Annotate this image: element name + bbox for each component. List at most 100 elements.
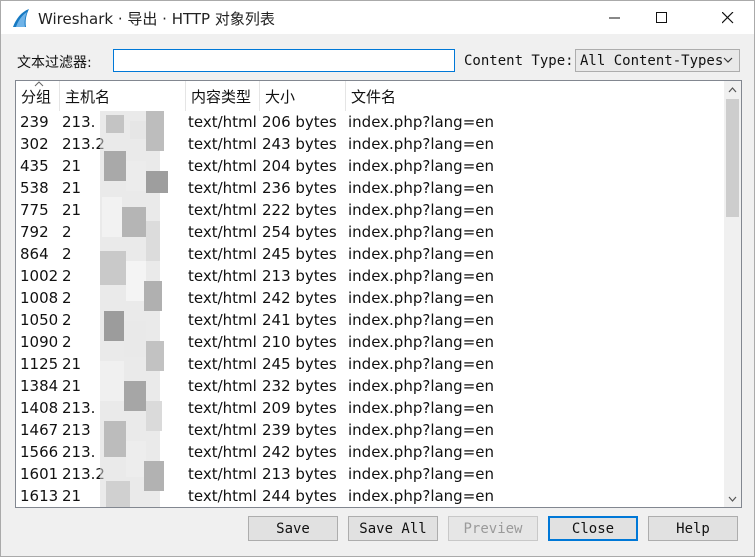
cell-host: 2 [62,333,72,351]
cell-filename: index.php?lang=en [348,399,495,417]
cell-host: 21 [62,179,82,197]
cell-packet: 302 [20,135,49,153]
cell-host: 2 [62,267,72,285]
table-row[interactable]: 775 21 text/html 222 bytes index.php?lang=en [16,199,718,221]
cell-content-type: text/html [188,311,257,329]
content-type-selected: All Content-Types [580,52,724,69]
http-objects-table[interactable]: 分组 主机名 内容类型 大小 文件名 239 213. text/html 206 b… [15,80,742,508]
table-row[interactable]: 1002 2 text/html 213 bytes index.php?lang=en [16,265,718,287]
vertical-scrollbar[interactable] [724,81,741,507]
cell-content-type: text/html [188,157,257,175]
cell-filename: index.php?lang=en [348,443,495,461]
cell-packet: 1613 [20,487,59,505]
minimize-icon [609,17,620,18]
title-bar[interactable]: Wireshark · 导出 · HTTP 对象列表 [1,1,754,34]
table-row[interactable]: 435 21 text/html 204 bytes index.php?lang=en [16,155,718,177]
column-header-packet[interactable]: 分组 [16,81,60,111]
cell-filename: index.php?lang=en [348,333,495,351]
cell-content-type: text/html [188,421,257,439]
table-row[interactable]: 1467 213 text/html 239 bytes index.php?lang=… [16,419,718,441]
cell-size: 232 bytes [262,377,337,395]
table-row[interactable]: 239 213. text/html 206 bytes index.php?lang=… [16,111,718,133]
cell-packet: 1408 [20,399,59,417]
cell-content-type: text/html [188,135,257,153]
cell-size: 241 bytes [262,311,337,329]
cell-packet: 1008 [20,289,59,307]
cell-size: 245 bytes [262,245,337,263]
column-header-host[interactable]: 主机名 [60,81,186,111]
cell-content-type: text/html [188,113,257,131]
cell-host: 2 [62,223,72,241]
cell-content-type: text/html [188,267,257,285]
cell-filename: index.php?lang=en [348,267,495,285]
cell-size: 254 bytes [262,223,337,241]
table-header: 分组 主机名 内容类型 大小 文件名 [16,81,718,111]
cell-packet: 775 [20,201,49,219]
save-all-button[interactable]: Save All [348,516,438,541]
close-window-button[interactable] [705,1,751,34]
table-row[interactable]: 792 2 text/html 254 bytes index.php?lang=en [16,221,718,243]
preview-button[interactable]: Preview [448,516,538,541]
cell-filename: index.php?lang=en [348,355,495,373]
table-row[interactable]: 1384 21 text/html 232 bytes index.php?lang=e… [16,375,718,397]
column-header-label: 分组 [21,87,52,106]
cell-size: 242 bytes [262,443,337,461]
cell-packet: 1002 [20,267,59,285]
cell-size: 243 bytes [262,135,337,153]
text-filter-input[interactable] [113,49,455,72]
cell-content-type: text/html [188,465,257,483]
cell-size: 222 bytes [262,201,337,219]
cell-host: 2 [62,245,72,263]
cell-size: 210 bytes [262,333,337,351]
table-row[interactable]: 1125 21 text/html 245 bytes index.php?lang=e… [16,353,718,375]
table-row[interactable]: 1008 2 text/html 242 bytes index.php?lang=en [16,287,718,309]
table-row[interactable]: 1613 21 text/html 244 bytes index.php?lang=e… [16,485,718,507]
column-header-size[interactable]: 大小 [260,81,346,111]
close-button[interactable]: Close [548,516,638,541]
cell-filename: index.php?lang=en [348,289,495,307]
table-row[interactable]: 1601 213.2 text/html 213 bytes index.php?lan… [16,463,718,485]
table-row[interactable]: 1408 213. text/html 209 bytes index.php?lang… [16,397,718,419]
cell-packet: 538 [20,179,49,197]
window-title: Wireshark · 导出 · HTTP 对象列表 [38,10,275,28]
cell-filename: index.php?lang=en [348,487,495,505]
column-header-content-type[interactable]: 内容类型 [186,81,260,111]
cell-content-type: text/html [188,377,257,395]
cell-filename: index.php?lang=en [348,201,495,219]
cell-host: 213.2 [62,465,105,483]
maximize-button[interactable] [639,1,685,34]
cell-content-type: text/html [188,487,257,505]
cell-content-type: text/html [188,223,257,241]
table-row[interactable]: 1090 2 text/html 210 bytes index.php?lang=en [16,331,718,353]
cell-filename: index.php?lang=en [348,421,495,439]
table-row[interactable]: 1566 213. text/html 242 bytes index.php?lang… [16,441,718,463]
cell-packet: 864 [20,245,49,263]
chevron-down-icon [728,496,737,502]
table-row[interactable]: 1050 2 text/html 241 bytes index.php?lang=en [16,309,718,331]
scroll-down-button[interactable] [724,490,741,507]
save-button[interactable]: Save [248,516,338,541]
scroll-up-button[interactable] [724,81,741,98]
column-header-label: 主机名 [65,87,111,106]
cell-content-type: text/html [188,245,257,263]
cell-host: 21 [62,157,82,175]
cell-host: 213. [62,113,96,131]
column-header-filename[interactable]: 文件名 [346,81,718,111]
cell-packet: 435 [20,157,49,175]
table-body: 239 213. text/html 206 bytes index.php?lang=… [16,111,718,507]
scrollbar-thumb[interactable] [726,99,739,217]
table-row[interactable]: 864 2 text/html 245 bytes index.php?lang=en [16,243,718,265]
help-button[interactable]: Help [648,516,738,541]
cell-packet: 1050 [20,311,59,329]
cell-filename: index.php?lang=en [348,135,495,153]
cell-size: 236 bytes [262,179,337,197]
cell-packet: 1566 [20,443,59,461]
cell-content-type: text/html [188,289,257,307]
minimize-button[interactable] [592,1,638,34]
table-row[interactable]: 538 21 text/html 236 bytes index.php?lang=en [16,177,718,199]
cell-content-type: text/html [188,333,257,351]
cell-host: 213.2 [62,135,105,153]
table-row[interactable]: 302 213.2 text/html 243 bytes index.php?lang… [16,133,718,155]
content-type-dropdown[interactable]: All Content-Types [575,49,740,72]
column-header-label: 大小 [265,87,296,106]
